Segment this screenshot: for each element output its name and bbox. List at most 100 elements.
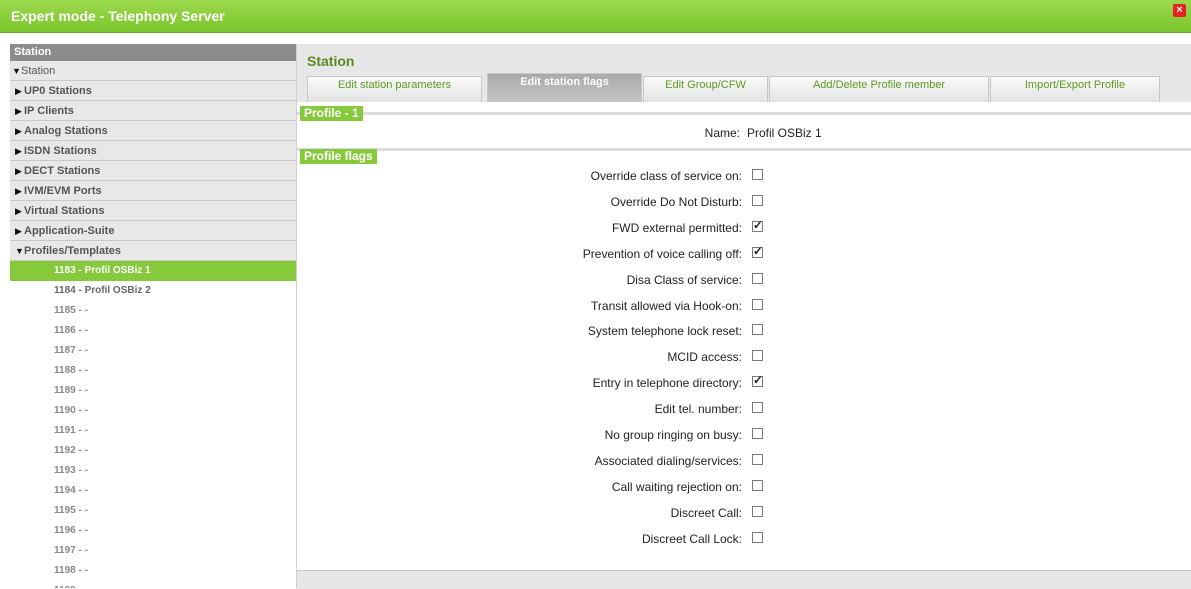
triangle-down-icon: ▼ [15,246,24,256]
flag-row: Transit allowed via Hook-on: [297,296,1191,316]
flag-label: System telephone lock reset: [587,324,742,339]
flag-checkbox[interactable] [752,272,763,284]
triangle-down-icon: ▼ [12,66,21,76]
flag-checkbox[interactable]: ✓ [752,217,764,232]
flag-label: Prevention of voice calling off: [582,246,742,261]
main-panel: Station Edit station parameters Edit sta… [297,44,1191,589]
flag-checkbox[interactable] [752,402,763,414]
triangle-right-icon: ▶ [15,206,22,216]
flag-checkbox[interactable] [752,169,763,180]
tree-leaf[interactable]: 1194 - - [10,481,296,501]
flag-checkbox[interactable] [752,298,763,310]
triangle-right-icon: ▶ [15,226,22,236]
tree-leaf[interactable]: 1187 - - [10,341,296,361]
triangle-right-icon: ▶ [15,166,22,176]
flag-checkbox[interactable] [752,194,763,206]
triangle-right-icon: ▶ [15,186,22,196]
flag-label: No group ringing on busy: [604,428,742,442]
tree-leaf[interactable]: 1186 - - [10,321,296,341]
flag-label: Discreet Call: [670,505,742,520]
flag-checkbox[interactable]: ✓ [752,244,763,258]
tree-leaf[interactable]: 1188 - - [10,361,296,381]
title-bar: Expert mode - Telephony Server × [0,0,1191,33]
section-divider [297,148,1191,151]
flag-checkbox[interactable] [752,505,763,517]
triangle-right-icon: ▶ [15,86,22,96]
tree-leaf[interactable]: 1196 - - [10,521,296,541]
tree-leaf[interactable]: 1199 - - [10,581,296,588]
flag-label: Call waiting rejection on: [611,479,742,494]
flag-checkbox[interactable]: ✓ [752,373,764,388]
tree-node-ivm-evm-ports[interactable]: ▶ IVM/EVM Ports [10,181,296,201]
tree-leaf[interactable]: 1198 - - [10,561,296,581]
flag-row: Associated dialing/services: [297,451,1191,471]
flag-checkbox[interactable] [752,479,763,491]
bottom-bar [297,570,1191,589]
tree-node-station[interactable]: ▼Station [10,61,296,81]
flag-checkbox[interactable] [752,350,763,362]
flag-row: Entry in telephone directory: ✓ [297,373,1191,393]
checkmark-icon: ✓ [753,373,764,388]
tree-leaf[interactable]: 1184 - Profil OSBiz 2 [10,281,296,301]
tree-leaf[interactable]: 1185 - - [10,301,296,321]
name-value: Profil OSBiz 1 [747,126,822,140]
flag-label: Edit tel. number: [654,402,742,417]
flag-label: Disa Class of service: [626,272,742,287]
tree-node-analog-stations[interactable]: ▶ Analog Stations [10,121,296,141]
flag-row: No group ringing on busy: [297,425,1191,445]
flag-label: Override Do Not Disturb: [610,194,742,209]
checkmark-icon: ✓ [753,217,764,232]
flag-row: Call waiting rejection on: [297,477,1191,497]
flag-checkbox[interactable] [752,531,763,543]
tree-leaf[interactable]: 1191 - - [10,421,296,441]
flag-label: Associated dialing/services: [594,453,742,468]
tree-node-label: Profiles/Templates [24,245,121,257]
flags-section-label: Profile flags [300,149,377,164]
tree-node-label: UP0 Stations [24,85,92,97]
window-title: Expert mode - Telephony Server [11,8,225,24]
tree-leaf[interactable]: 1190 - - [10,401,296,421]
flag-row: Override Do Not Disturb: [297,192,1191,212]
tree-node-label: ISDN Stations [24,145,97,157]
tree-node-label: Virtual Stations [24,205,105,217]
tree-leaf[interactable]: 1183 - Profil OSBiz 1 [10,261,296,281]
flag-row: Edit tel. number: [297,399,1191,419]
tree-node-label: IVM/EVM Ports [24,185,102,197]
flag-row: Override class of service on: [297,166,1191,186]
tab-edit-station-parameters[interactable]: Edit station parameters [307,76,482,102]
flag-row: Discreet Call Lock: [297,529,1191,549]
tree-node-label: IP Clients [24,105,74,117]
close-icon[interactable]: × [1173,4,1186,17]
tree-leaf[interactable]: 1195 - - [10,501,296,521]
page-title: Station [307,53,355,69]
tree-leaf[interactable]: 1197 - - [10,541,296,561]
flag-checkbox[interactable] [752,428,763,439]
tab-add-delete-profile-member[interactable]: Add/Delete Profile member [769,76,989,102]
tree-node-virtual-stations[interactable]: ▶ Virtual Stations [10,201,296,221]
flag-row: MCID access: [297,347,1191,367]
tab-edit-station-flags[interactable]: Edit station flags [487,73,642,102]
tree-leaf[interactable]: 1193 - - [10,461,296,481]
tree-node-ip-clients[interactable]: ▶ IP Clients [10,101,296,121]
flag-checkbox[interactable] [752,324,763,336]
tab-edit-group-cfw[interactable]: Edit Group/CFW [643,76,768,102]
tree-node-label: Analog Stations [24,125,108,137]
flag-row: FWD external permitted: ✓ [297,218,1191,238]
flag-row: Discreet Call: [297,503,1191,523]
tab-import-export-profile[interactable]: Import/Export Profile [990,76,1160,102]
tree-leaf[interactable]: 1189 - - [10,381,296,401]
tree-node-application-suite[interactable]: ▶ Application-Suite [10,221,296,241]
tree-node-dect-stations[interactable]: ▶ DECT Stations [10,161,296,181]
tree-leaf[interactable]: 1192 - - [10,441,296,461]
tree-node-label: DECT Stations [24,165,101,177]
tree-node-up0-stations[interactable]: ▶ UP0 Stations [10,81,296,101]
flag-label: Transit allowed via Hook-on: [591,298,742,313]
flag-checkbox[interactable] [752,453,763,465]
name-row: Name: Profil OSBiz 1 [297,124,1191,144]
flag-row: Prevention of voice calling off: ✓ [297,244,1191,264]
sidebar: Station ▼Station ▶ UP0 Stations ▶ IP Client… [10,44,297,588]
tree-node-isdn-stations[interactable]: ▶ ISDN Stations [10,141,296,161]
triangle-right-icon: ▶ [15,146,22,156]
tree-node-profiles-templates[interactable]: ▼Profiles/Templates [10,241,296,261]
name-label: Name: [704,126,740,140]
